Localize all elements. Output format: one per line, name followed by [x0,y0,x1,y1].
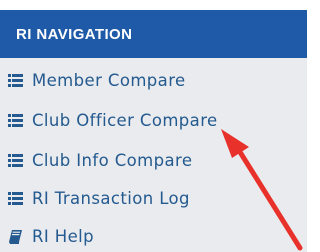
nav-item-club-officer-compare[interactable]: Club Officer Compare [0,104,307,136]
list-icon [7,72,24,89]
list-icon [7,112,24,129]
nav-item-ri-transaction-log[interactable]: RI Transaction Log [0,182,307,214]
nav-header-title: RI NAVIGATION [16,25,133,43]
nav-item-label: Member Compare [32,70,186,90]
nav-item-label: RI Help [32,226,94,246]
nav-item-member-compare[interactable]: Member Compare [0,64,307,96]
nav-header: RI NAVIGATION [0,10,307,58]
book-icon [7,228,24,245]
nav-item-label: Club Info Compare [32,150,193,170]
ri-navigation-panel: RI NAVIGATION Member Compare Club Office… [0,0,307,252]
top-spacer [0,0,307,10]
nav-item-label: RI Transaction Log [32,188,190,208]
list-icon [7,190,24,207]
nav-item-ri-help[interactable]: RI Help [0,220,307,252]
nav-item-club-info-compare[interactable]: Club Info Compare [0,144,307,176]
nav-item-label: Club Officer Compare [32,110,218,130]
list-icon [7,152,24,169]
